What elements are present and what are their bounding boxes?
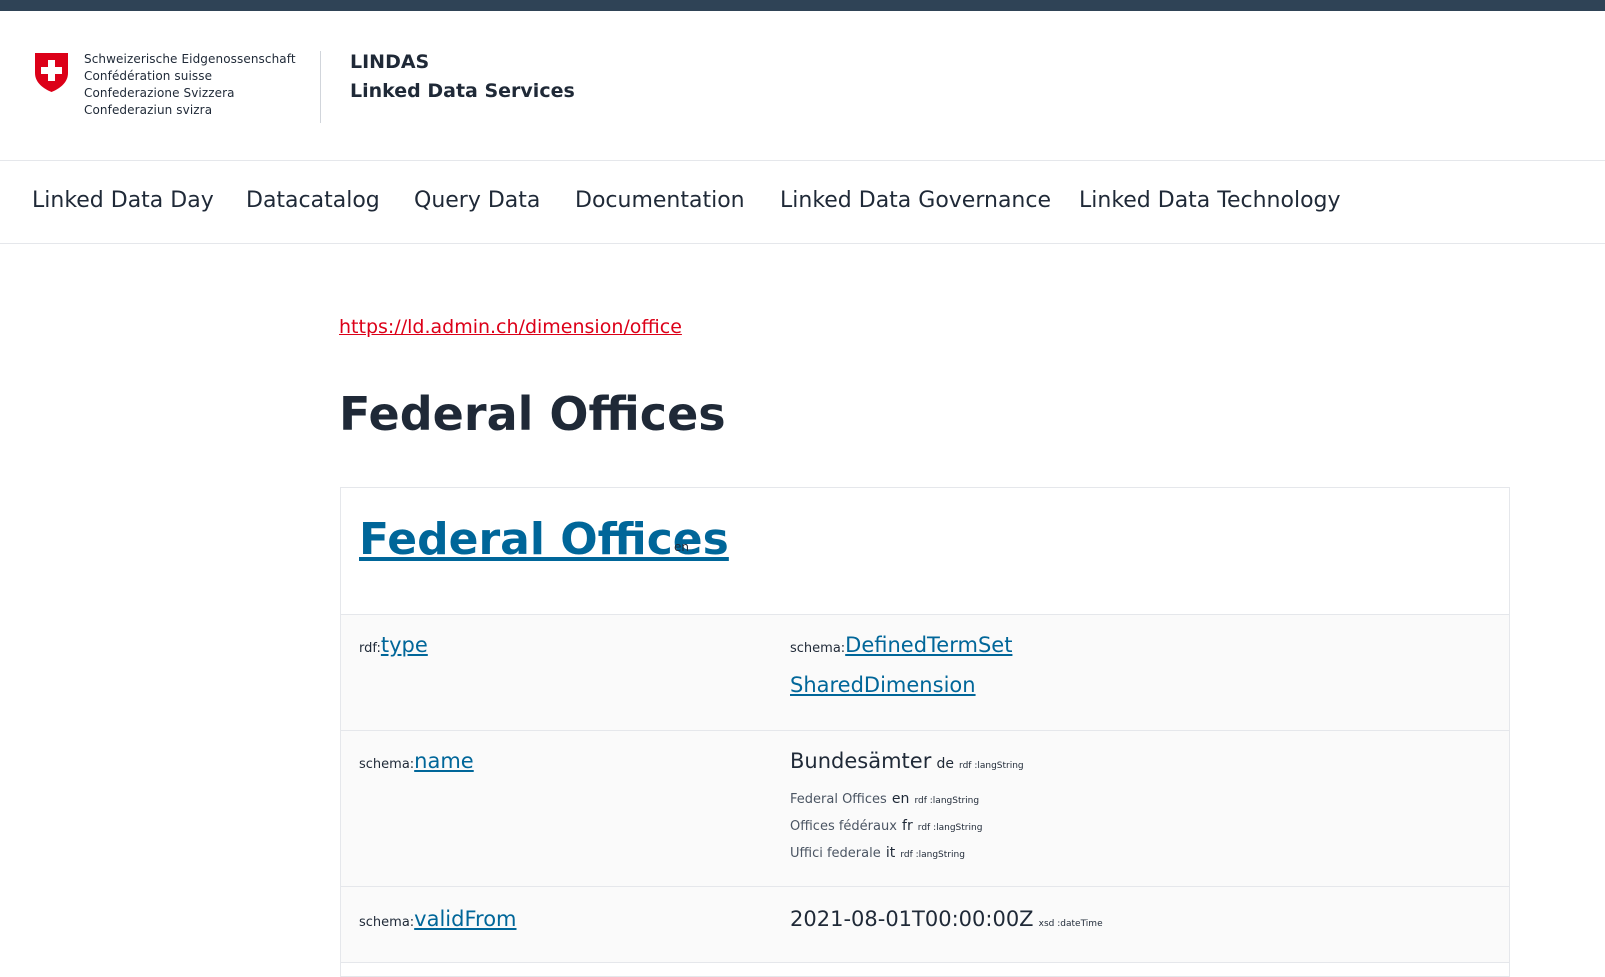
table-row-rdf-type: rdf:type schema:DefinedTermSet SharedDim…: [341, 615, 1509, 731]
main-nav: Linked Data Day Datacatalog Query Data D…: [0, 162, 1605, 244]
confederation-name-rm: Confederaziun svizra: [84, 103, 213, 117]
predicate-schema-valid-from: schema:validFrom: [359, 907, 517, 931]
literal-lang: de: [936, 756, 954, 772]
literal-name-fr: Offices fédéraux fr rdf :langString: [790, 815, 982, 834]
literal-lang: fr: [902, 818, 913, 834]
literal-value: Bundesämter: [790, 749, 932, 773]
predicate-prefix: schema:: [359, 757, 415, 772]
literal-name-en: Federal Offices en rdf :langString: [790, 788, 979, 807]
object-link-shared-dimension[interactable]: SharedDimension: [790, 673, 976, 697]
literal-datatype: xsd :dateTime: [1038, 919, 1103, 929]
predicate-link-valid-from[interactable]: validFrom: [414, 907, 516, 931]
site-title[interactable]: LINDAS Linked Data Services: [350, 48, 575, 106]
nav-item-documentation[interactable]: Documentation: [575, 186, 745, 216]
literal-datatype: rdf :langString: [959, 761, 1024, 771]
confederation-name-fr: Confédération suisse: [84, 69, 213, 83]
table-row-schema-name: schema:name Bundesämter de rdf :langStri…: [341, 731, 1509, 887]
resource-label-lang: en: [674, 540, 689, 554]
site-title-line2: Linked Data Services: [350, 80, 575, 102]
predicate-link-type[interactable]: type: [381, 633, 428, 657]
literal-datatype: rdf :langString: [914, 796, 980, 806]
object-defined-term-set: schema:DefinedTermSet: [790, 633, 1012, 657]
literal-value: Federal Offices: [790, 792, 887, 807]
object-link-defined-term-set[interactable]: DefinedTermSet: [845, 633, 1012, 657]
resource-iri-link[interactable]: https://ld.admin.ch/dimension/office: [339, 314, 682, 340]
confederation-names: Schweizerische Eidgenossenschaft Confédé…: [84, 51, 296, 119]
page-title: Federal Offices: [339, 387, 726, 441]
site-header: Schweizerische Eidgenossenschaft Confédé…: [0, 11, 1605, 161]
nav-item-linked-data-governance[interactable]: Linked Data Governance: [780, 186, 1051, 216]
predicate-schema-name: schema:name: [359, 749, 474, 773]
predicate-link-name[interactable]: name: [414, 749, 474, 773]
resource-header: Federal Offices en: [341, 488, 1509, 615]
table-row-schema-valid-from: schema:validFrom 2021-08-01T00:00:00Z xs…: [341, 887, 1509, 963]
nav-item-linked-data-day[interactable]: Linked Data Day: [32, 186, 214, 216]
literal-datatype: rdf :langString: [917, 823, 983, 833]
nav-item-linked-data-technology[interactable]: Linked Data Technology: [1079, 186, 1341, 216]
nav-item-datacatalog[interactable]: Datacatalog: [246, 186, 380, 216]
literal-valid-from: 2021-08-01T00:00:00Z xsd :dateTime: [790, 907, 1103, 931]
resource-table: Federal Offices en rdf:type schema:Defin…: [340, 487, 1510, 977]
header-divider: [320, 51, 321, 123]
predicate-prefix: schema:: [359, 915, 415, 930]
literal-name-de: Bundesämter de rdf :langString: [790, 749, 1024, 773]
literal-value: 2021-08-01T00:00:00Z: [790, 907, 1034, 931]
literal-datatype: rdf :langString: [900, 850, 965, 860]
literal-value: Offices fédéraux: [790, 819, 897, 834]
predicate-rdf-type: rdf:type: [359, 633, 428, 657]
confederation-name-it: Confederazione Svizzera: [84, 86, 235, 100]
site-title-line1: LINDAS: [350, 51, 430, 73]
literal-name-it: Uffici federale it rdf :langString: [790, 842, 965, 861]
object-prefix: schema:: [790, 641, 846, 656]
swiss-shield-icon[interactable]: [33, 51, 70, 93]
literal-lang: it: [885, 845, 896, 861]
confederation-name-de: Schweizerische Eidgenossenschaft: [84, 52, 296, 66]
literal-value: Uffici federale: [790, 846, 881, 861]
literal-lang: en: [891, 791, 910, 807]
nav-item-query-data[interactable]: Query Data: [414, 186, 540, 216]
top-bar: [0, 0, 1605, 11]
predicate-prefix: rdf:: [359, 641, 381, 656]
object-shared-dimension: SharedDimension: [790, 673, 976, 697]
